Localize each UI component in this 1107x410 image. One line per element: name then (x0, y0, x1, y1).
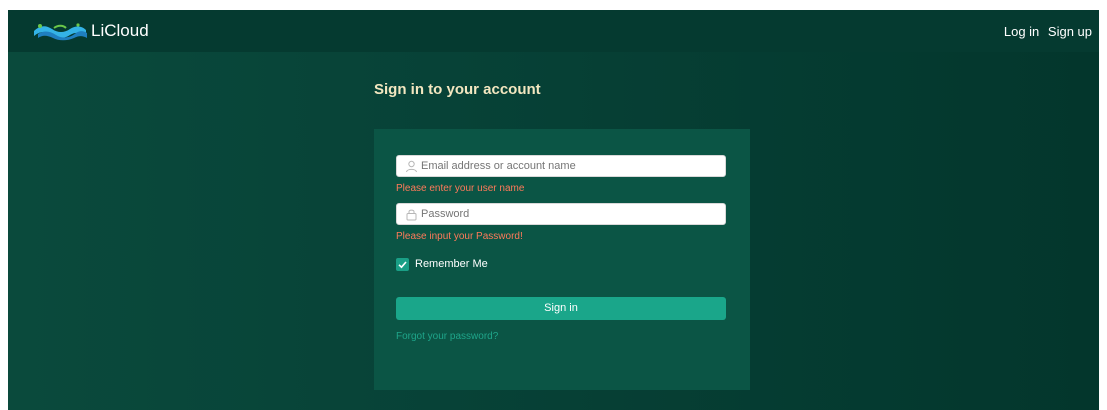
licloud-logo-icon[interactable] (32, 20, 88, 42)
sign-in-button[interactable]: Sign in (396, 297, 726, 320)
check-icon (398, 261, 407, 269)
remember-me-checkbox[interactable] (396, 258, 409, 271)
lock-icon (406, 209, 417, 221)
forgot-password-link[interactable]: Forgot your password? (396, 331, 498, 343)
login-link[interactable]: Log in (1004, 24, 1039, 39)
login-card: Please enter your user name Please input… (374, 129, 750, 390)
top-nav-bar: LiCloud Log in Sign up (8, 10, 1099, 52)
auth-links: Log in Sign up (1004, 24, 1092, 40)
password-field[interactable] (396, 203, 726, 225)
page-frame: LiCloud Log in Sign up Sign in to your a… (8, 10, 1099, 410)
password-error: Please input your Password! (396, 231, 523, 242)
user-icon (406, 160, 417, 173)
signup-link[interactable]: Sign up (1048, 24, 1092, 39)
brand-name: LiCloud (91, 21, 149, 40)
username-input[interactable] (421, 159, 711, 173)
remember-me-label: Remember Me (415, 258, 488, 270)
username-field[interactable] (396, 155, 726, 177)
page-title: Sign in to your account (374, 81, 541, 98)
username-error: Please enter your user name (396, 183, 525, 194)
password-input[interactable] (421, 207, 711, 221)
